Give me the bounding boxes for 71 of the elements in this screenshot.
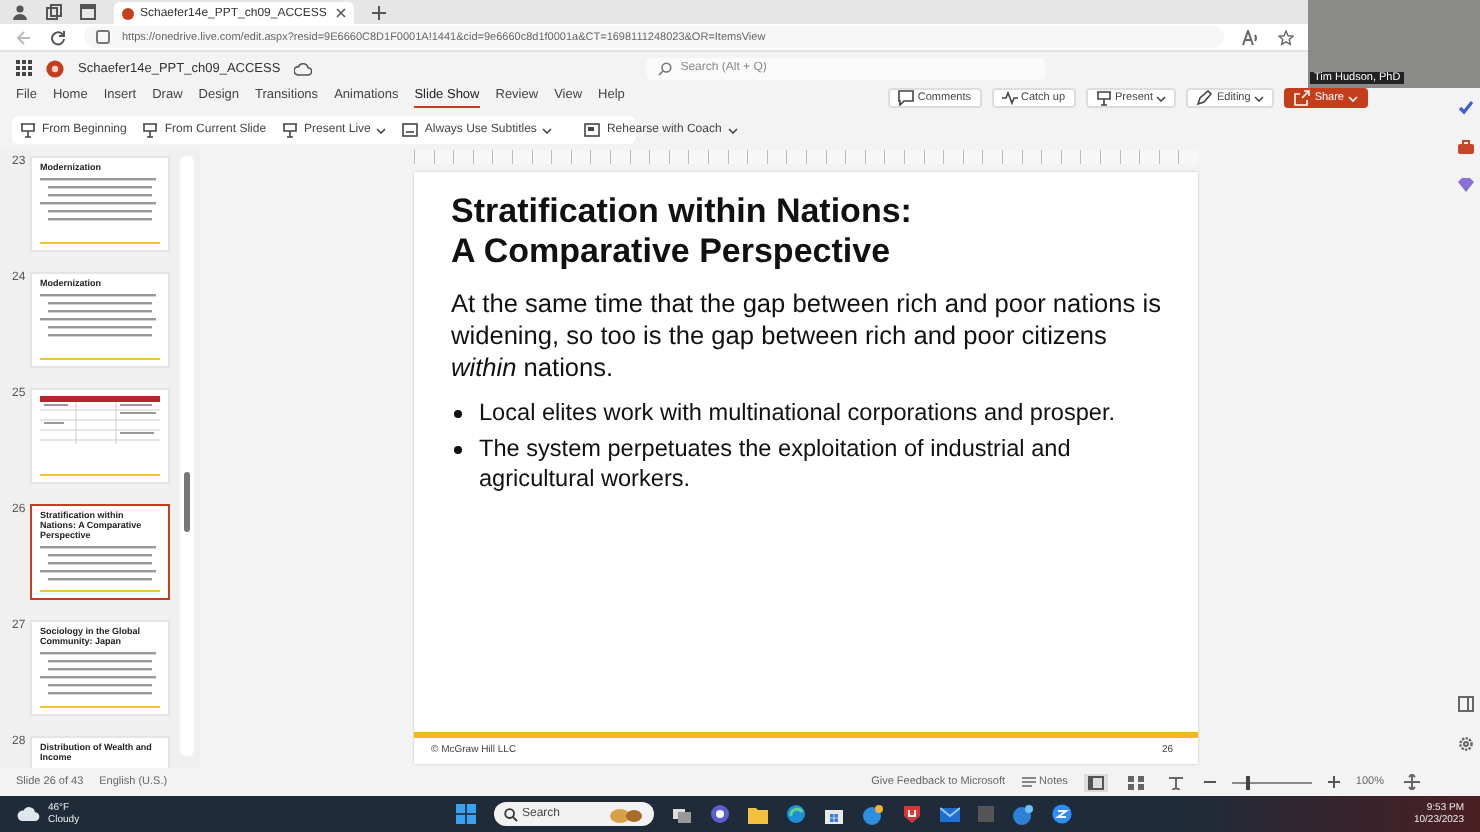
powerpoint-logo-icon	[46, 59, 64, 77]
globe-icon[interactable]	[862, 803, 884, 825]
checkmark-icon[interactable]	[1457, 100, 1473, 116]
normal-view-icon[interactable]	[1083, 773, 1108, 791]
panel-icon[interactable]	[1457, 696, 1473, 712]
search-highlight-drawing	[608, 805, 644, 823]
caret-icon	[376, 127, 387, 133]
projector-screen-icon	[20, 122, 36, 138]
cloud-icon[interactable]	[16, 806, 40, 822]
bullet-text: The system perpetuates the exploitation of industrial and agricultural workers.	[479, 434, 1073, 494]
slide-sorter-icon[interactable]	[1123, 773, 1148, 791]
comment-icon	[897, 90, 914, 106]
browser-icon[interactable]	[786, 804, 806, 824]
page-info-icon[interactable]	[96, 30, 110, 44]
text-lines-drawing	[40, 177, 160, 226]
slide-icon	[584, 122, 601, 138]
refresh-icon[interactable]	[50, 29, 66, 45]
scrollbar[interactable]	[180, 156, 194, 756]
briefcase-icon[interactable]	[1457, 140, 1473, 154]
store-icon[interactable]	[824, 805, 844, 823]
caret-icon	[727, 127, 738, 133]
share-icon	[1294, 90, 1311, 106]
text-lines-drawing	[40, 293, 160, 342]
captions-icon	[402, 122, 419, 138]
new-tab-button[interactable]	[372, 5, 386, 19]
fit-to-window-icon[interactable]	[1400, 772, 1424, 792]
bullet-text: Local elites work with multinational corporations and prosper.	[479, 398, 1116, 428]
bullet-icon	[453, 446, 461, 454]
caret-icon	[1156, 95, 1167, 101]
chat-icon[interactable]	[710, 804, 730, 824]
pulse-icon	[1001, 90, 1017, 106]
app-launcher-icon[interactable]	[16, 60, 32, 76]
task-view-icon[interactable]	[672, 805, 692, 823]
workspaces-icon[interactable]	[46, 4, 62, 20]
caret-icon	[1348, 95, 1358, 101]
star-icon[interactable]	[1278, 29, 1294, 45]
projector-screen-icon	[282, 122, 299, 138]
shield-icon[interactable]	[902, 804, 922, 824]
pencil-icon	[1196, 90, 1213, 106]
caret-icon	[542, 127, 553, 133]
profile-icon[interactable]	[12, 4, 28, 20]
caret-icon	[1254, 95, 1265, 101]
tab-actions-icon[interactable]	[80, 4, 96, 20]
bullet-icon	[453, 410, 461, 418]
slide-paragraph: At the same time that the gap between rich and poor nations is widening, so too is the gap between rich and poor citizens within nations.	[451, 288, 1163, 384]
projector-screen-icon	[1095, 90, 1112, 106]
slide-thumbnail[interactable]	[30, 388, 170, 484]
slider-thumb[interactable]	[1245, 775, 1250, 789]
settings-icon[interactable]	[1457, 736, 1473, 752]
folder-icon[interactable]	[748, 805, 768, 823]
zoom-out-button[interactable]	[1203, 776, 1216, 788]
mail-icon[interactable]	[940, 805, 960, 823]
windows-logo-icon[interactable]	[456, 804, 476, 824]
read-aloud-icon[interactable]	[1242, 29, 1260, 45]
slide-title: A Comparative Perspective	[451, 232, 893, 272]
notes-icon	[1021, 776, 1036, 788]
slideshow-icon[interactable]	[1163, 773, 1188, 791]
scrollbar-thumb[interactable]	[184, 472, 190, 532]
search-icon	[504, 807, 518, 821]
cloud-saved-icon[interactable]	[294, 61, 313, 75]
cloud-app-icon[interactable]	[1012, 803, 1034, 825]
video-call-icon[interactable]	[1052, 804, 1072, 824]
zoom-in-button[interactable]	[1327, 776, 1340, 788]
projector-screen-icon	[142, 122, 159, 138]
search-icon	[658, 61, 673, 75]
slide-title: Stratification within Nations:	[451, 192, 914, 232]
close-icon[interactable]	[336, 8, 346, 18]
table-drawing	[40, 396, 160, 444]
gem-icon[interactable]	[1457, 178, 1473, 192]
text-lines-drawing	[40, 651, 160, 700]
powerpoint-favicon-icon	[122, 7, 134, 19]
